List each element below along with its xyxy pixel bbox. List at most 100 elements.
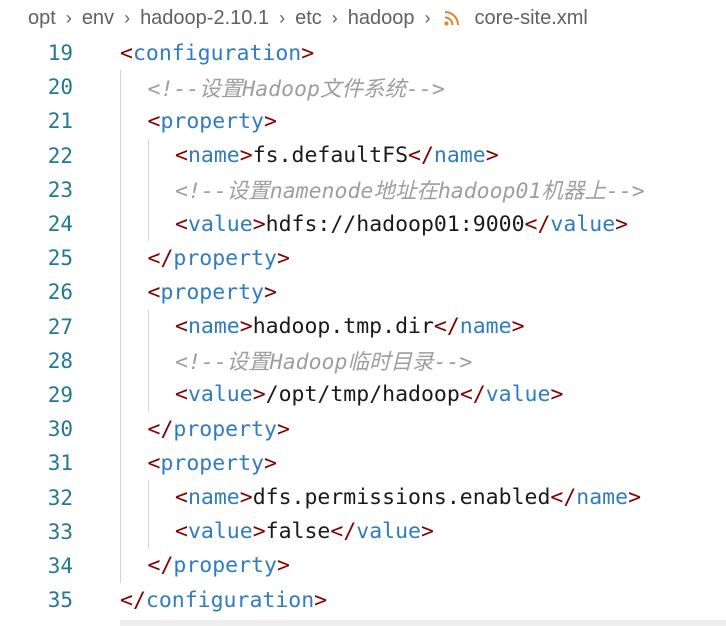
indent-guide	[120, 480, 121, 515]
code-line[interactable]: 20 <!--设置Hadoop文件系统-->	[0, 70, 726, 105]
breadcrumb: opt › env › hadoop-2.10.1 › etc › hadoop…	[0, 0, 726, 36]
code-content: <!--设置Hadoop文件系统-->	[148, 72, 445, 103]
xml-tag-name: name	[187, 314, 240, 340]
indent-guide	[120, 446, 121, 481]
breadcrumb-file-name[interactable]: core-site.xml	[475, 7, 588, 30]
xml-tag-name: value	[187, 382, 253, 408]
xml-tag-name: property	[173, 553, 277, 579]
code-line[interactable]: 35 </configuration>	[0, 583, 726, 617]
line-number: 25	[47, 246, 73, 271]
code-content: <property>	[148, 280, 277, 305]
xml-bracket: >	[301, 40, 315, 66]
code-line[interactable]: 30 </property>	[0, 412, 726, 447]
code-line[interactable]: 19 <configuration>	[0, 36, 726, 70]
line-number: 29	[47, 382, 73, 407]
breadcrumb-item-env[interactable]: env	[82, 7, 114, 30]
indent-guide	[120, 309, 121, 344]
line-number: 21	[47, 109, 73, 134]
code-content: <value>hdfs://hadoop01:9000</value>	[175, 212, 628, 237]
xml-bracket: >	[239, 485, 253, 511]
code-content: </configuration>	[120, 588, 327, 613]
code-line[interactable]: 22 <name>fs.defaultFS</name>	[0, 138, 726, 173]
xml-bracket: >	[252, 211, 266, 237]
code-content: <value>false</value>	[175, 519, 434, 544]
line-number: 23	[47, 177, 73, 202]
line-number: 33	[47, 519, 73, 544]
code-line[interactable]: 27 <name>hadoop.tmp.dir</name>	[0, 309, 726, 344]
xml-tag-name: property	[160, 450, 265, 476]
xml-tag-name: configuration	[132, 40, 302, 66]
indent-guide	[120, 104, 121, 139]
xml-tag-name: property	[173, 416, 277, 442]
code-content: <property>	[148, 451, 277, 476]
code-content: </property>	[148, 553, 290, 578]
code-editor[interactable]: 19 <configuration> 20 <!--设置Hadoop文件系统--> 21…	[0, 36, 726, 626]
xml-tag-name: name	[576, 485, 629, 511]
breadcrumb-item-etc[interactable]: etc	[295, 7, 322, 30]
xml-comment: <!--设置Hadoop文件系统-->	[147, 76, 445, 102]
code-line[interactable]: 26 <property>	[0, 275, 726, 310]
chevron-right-icon: ›	[424, 7, 431, 28]
xml-bracket: >	[264, 450, 277, 476]
xml-tag-name: name	[459, 314, 512, 340]
line-number: 20	[47, 75, 73, 100]
line-number: 32	[47, 485, 73, 510]
xml-text: false	[265, 519, 331, 545]
indent-guide	[147, 514, 149, 549]
line-number: 28	[47, 348, 73, 373]
xml-bracket: <	[147, 108, 161, 134]
indent-guide	[120, 548, 121, 583]
xml-bracket: <	[175, 211, 188, 237]
indent-guide	[120, 377, 121, 413]
code-line[interactable]: 29 <value>/opt/tmp/hadoop</value>	[0, 377, 726, 413]
xml-bracket: </	[524, 211, 551, 237]
xml-tag-name: name	[433, 143, 486, 169]
xml-bracket: <	[147, 279, 161, 305]
xml-bracket: >	[239, 314, 253, 340]
line-number: 22	[47, 143, 73, 168]
xml-text: hadoop.tmp.dir	[252, 314, 434, 340]
xml-bracket: </	[550, 485, 577, 511]
xml-bracket: >	[276, 416, 290, 442]
xml-tag-name: value	[356, 519, 421, 545]
code-content: <!--设置namenode地址在hadoop01机器上-->	[175, 174, 645, 205]
xml-bracket: >	[252, 382, 266, 408]
xml-bracket: >	[485, 143, 499, 169]
xml-bracket: </	[147, 245, 174, 271]
code-line[interactable]: 21 <property>	[0, 104, 726, 139]
code-line[interactable]: 23 <!--设置namenode地址在hadoop01机器上-->	[0, 172, 726, 207]
code-content: <name>fs.defaultFS</name>	[175, 143, 499, 168]
breadcrumb-item-hadoop[interactable]: hadoop	[348, 7, 415, 30]
xml-tag-name: property	[173, 245, 277, 271]
code-line[interactable]: 32 <name>dfs.permissions.enabled</name>	[0, 480, 726, 515]
indent-guide	[147, 172, 149, 207]
breadcrumb-item-hadoop-version[interactable]: hadoop-2.10.1	[140, 7, 269, 30]
code-line[interactable]: 25 </property>	[0, 241, 726, 276]
code-line[interactable]: 33 <value>false</value>	[0, 514, 726, 549]
xml-tag-name: value	[485, 382, 551, 408]
code-line[interactable]: 24 <value>hdfs://hadoop01:9000</value>	[0, 206, 726, 242]
xml-bracket: </	[408, 143, 434, 169]
xml-bracket: >	[264, 279, 277, 305]
xml-bracket: </	[147, 553, 174, 579]
xml-bracket: </	[120, 587, 146, 613]
code-line[interactable]: 34 </property>	[0, 548, 726, 583]
line-number: 30	[47, 417, 73, 442]
chevron-right-icon: ›	[65, 7, 72, 28]
code-line[interactable]: 31 <property>	[0, 446, 726, 481]
rss-icon	[444, 11, 459, 26]
code-line[interactable]: 28 <!--设置Hadoop临时目录-->	[0, 343, 726, 378]
xml-tag-name: value	[550, 211, 616, 237]
code-content: <value>/opt/tmp/hadoop</value>	[175, 382, 563, 407]
xml-bracket: >	[314, 587, 328, 613]
indent-guide	[120, 138, 121, 173]
horizontal-scrollbar[interactable]	[120, 620, 726, 626]
xml-bracket: >	[615, 211, 629, 237]
breadcrumb-item-opt[interactable]: opt	[28, 7, 56, 30]
xml-bracket: >	[276, 553, 290, 579]
xml-tag-name: property	[160, 279, 265, 305]
xml-comment: <!--设置Hadoop临时目录-->	[175, 350, 473, 376]
indent-guide	[147, 377, 149, 413]
indent-guide	[120, 275, 121, 310]
indent-guide	[147, 309, 149, 344]
